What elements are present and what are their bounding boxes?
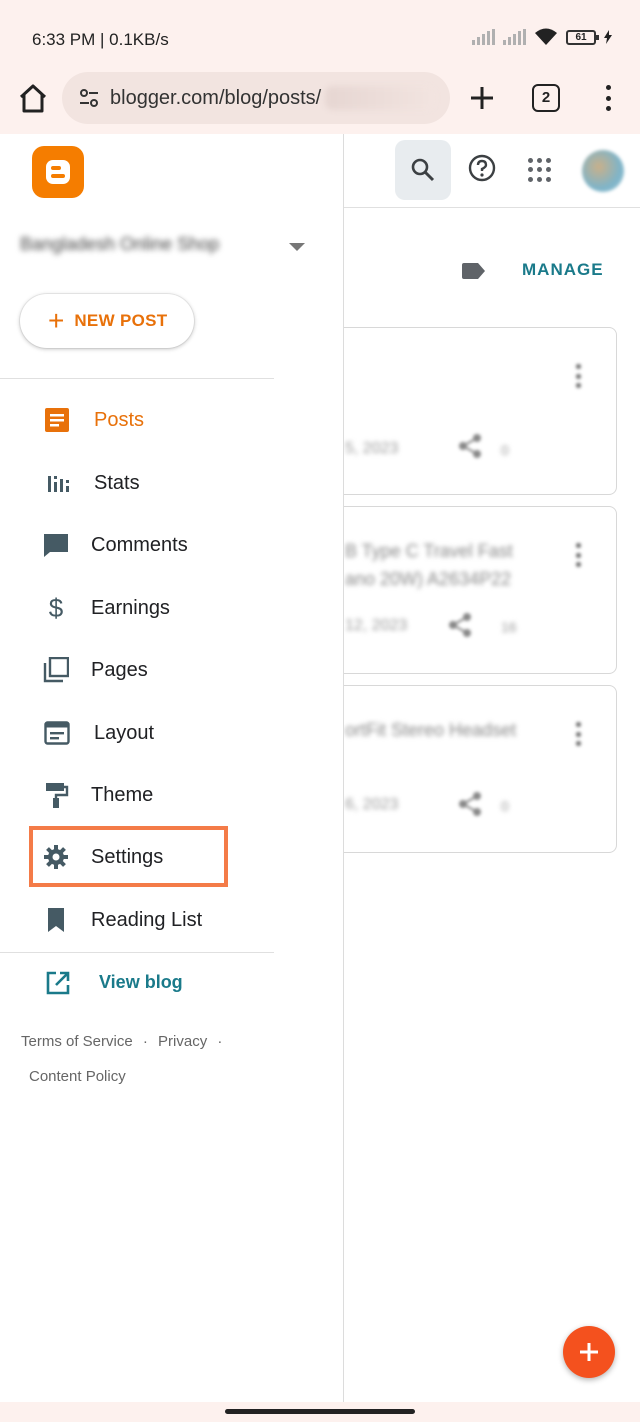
tab-switcher-button[interactable]: 2: [532, 84, 560, 112]
nav-item-stats[interactable]: Stats: [0, 455, 274, 511]
post-card[interactable]: B Type C Travel Fast ano 20W) A2634P22 1…: [330, 506, 617, 674]
nav-label: Layout: [94, 721, 155, 744]
nav-label: Pages: [91, 658, 148, 681]
plus-icon: [580, 1343, 598, 1361]
new-post-button[interactable]: + NEW POST: [20, 294, 194, 348]
share-icon[interactable]: [456, 432, 484, 460]
divider: [0, 952, 274, 953]
dollar-icon: $: [48, 592, 64, 623]
blog-selector[interactable]: Bangladesh Online Shop: [20, 234, 219, 255]
nav-item-earnings[interactable]: $ Earnings: [0, 580, 274, 636]
nav-item-posts[interactable]: Posts: [0, 392, 274, 448]
post-stats: 0: [501, 798, 509, 814]
layout-icon: [44, 721, 70, 745]
url-text: blogger.com/blog/posts/: [110, 86, 322, 109]
post-title: ortFit Stereo Headset: [345, 720, 517, 740]
post-stats: 16: [501, 619, 517, 635]
app-header: [344, 134, 640, 208]
search-button[interactable]: [395, 140, 451, 200]
divider: [0, 378, 274, 379]
navigation-drawer: Bangladesh Online Shop + NEW POST Posts …: [0, 134, 344, 1402]
nav-item-pages[interactable]: Pages: [0, 642, 274, 698]
nav-item-layout[interactable]: Layout: [0, 705, 274, 761]
view-blog-link[interactable]: View blog: [99, 972, 183, 993]
blogger-b-icon: [46, 160, 70, 184]
content-policy-link[interactable]: Content Policy: [29, 1068, 126, 1085]
url-redacted: [325, 86, 436, 110]
search-icon: [411, 158, 435, 182]
more-vert-icon[interactable]: [576, 543, 582, 567]
post-date: 6, 2023: [345, 796, 399, 813]
status-icons: 61: [472, 28, 612, 46]
battery-icon: 61: [566, 29, 599, 45]
plus-icon: +: [48, 305, 65, 336]
site-settings-icon[interactable]: [78, 87, 100, 109]
apps-grid-icon[interactable]: [528, 158, 552, 182]
settings-highlight-box: [29, 826, 228, 887]
address-bar[interactable]: blogger.com/blog/posts/: [62, 72, 450, 124]
bookmark-icon: [48, 908, 64, 932]
more-vert-icon[interactable]: [576, 722, 582, 746]
footer-links: Terms of Service · Privacy · Content Pol…: [21, 1024, 261, 1094]
share-icon[interactable]: [456, 790, 484, 818]
comments-icon: [44, 534, 68, 557]
pages-icon: [43, 657, 69, 683]
help-icon[interactable]: [468, 154, 496, 182]
nav-item-reading-list[interactable]: Reading List: [0, 892, 274, 948]
posts-icon: [45, 408, 69, 432]
avatar[interactable]: [582, 150, 624, 192]
nav-label: Comments: [91, 533, 188, 556]
home-icon[interactable]: [16, 82, 50, 116]
more-vert-icon[interactable]: [576, 364, 582, 388]
paint-roller-icon: [46, 783, 69, 808]
new-post-label: NEW POST: [74, 311, 168, 330]
post-date: 5, 2023: [345, 440, 399, 457]
terms-link[interactable]: Terms of Service: [21, 1033, 133, 1050]
status-bar: 6:33 PM | 0.1KB/s 61: [0, 0, 640, 70]
share-icon[interactable]: [446, 611, 474, 639]
nav-label: Reading List: [91, 908, 203, 931]
nav-item-theme[interactable]: Theme: [0, 767, 274, 823]
post-stats: 0: [501, 442, 509, 458]
post-card[interactable]: 5, 2023 0: [330, 327, 617, 495]
signal-icon: [472, 29, 495, 45]
blogger-logo[interactable]: [32, 146, 84, 198]
home-gesture-handle[interactable]: [225, 1409, 415, 1414]
open-external-icon[interactable]: [45, 970, 71, 996]
label-icon: [462, 263, 485, 279]
browser-toolbar: blogger.com/blog/posts/ 2: [0, 70, 640, 134]
footer-separator: ·: [142, 1033, 148, 1050]
nav-label: Stats: [94, 471, 140, 494]
nav-label: Earnings: [91, 596, 170, 619]
status-time: 6:33 PM | 0.1KB/s: [32, 30, 169, 49]
signal-icon: [503, 29, 526, 45]
post-title-line2: ano 20W) A2634P22: [345, 569, 512, 589]
manage-labels-button[interactable]: MANAGE: [522, 260, 604, 280]
wifi-icon: [535, 28, 557, 45]
post-date: 12, 2023: [345, 617, 408, 634]
nav-label: Theme: [91, 783, 154, 806]
footer-separator: ·: [217, 1033, 223, 1050]
nav-label: Posts: [94, 408, 145, 431]
stats-icon: [48, 476, 69, 492]
nav-item-comments[interactable]: Comments: [0, 517, 274, 573]
chevron-down-icon[interactable]: [289, 243, 305, 251]
post-title: B Type C Travel Fast: [345, 541, 513, 561]
charging-icon: [604, 30, 612, 44]
new-post-fab[interactable]: [563, 1326, 615, 1378]
post-card[interactable]: ortFit Stereo Headset 6, 2023 0: [330, 685, 617, 853]
privacy-link[interactable]: Privacy: [158, 1033, 207, 1050]
system-gesture-bar: [0, 1402, 640, 1422]
labels-row: MANAGE: [344, 252, 640, 292]
more-menu-icon[interactable]: [596, 82, 620, 114]
new-tab-icon[interactable]: [466, 82, 498, 114]
